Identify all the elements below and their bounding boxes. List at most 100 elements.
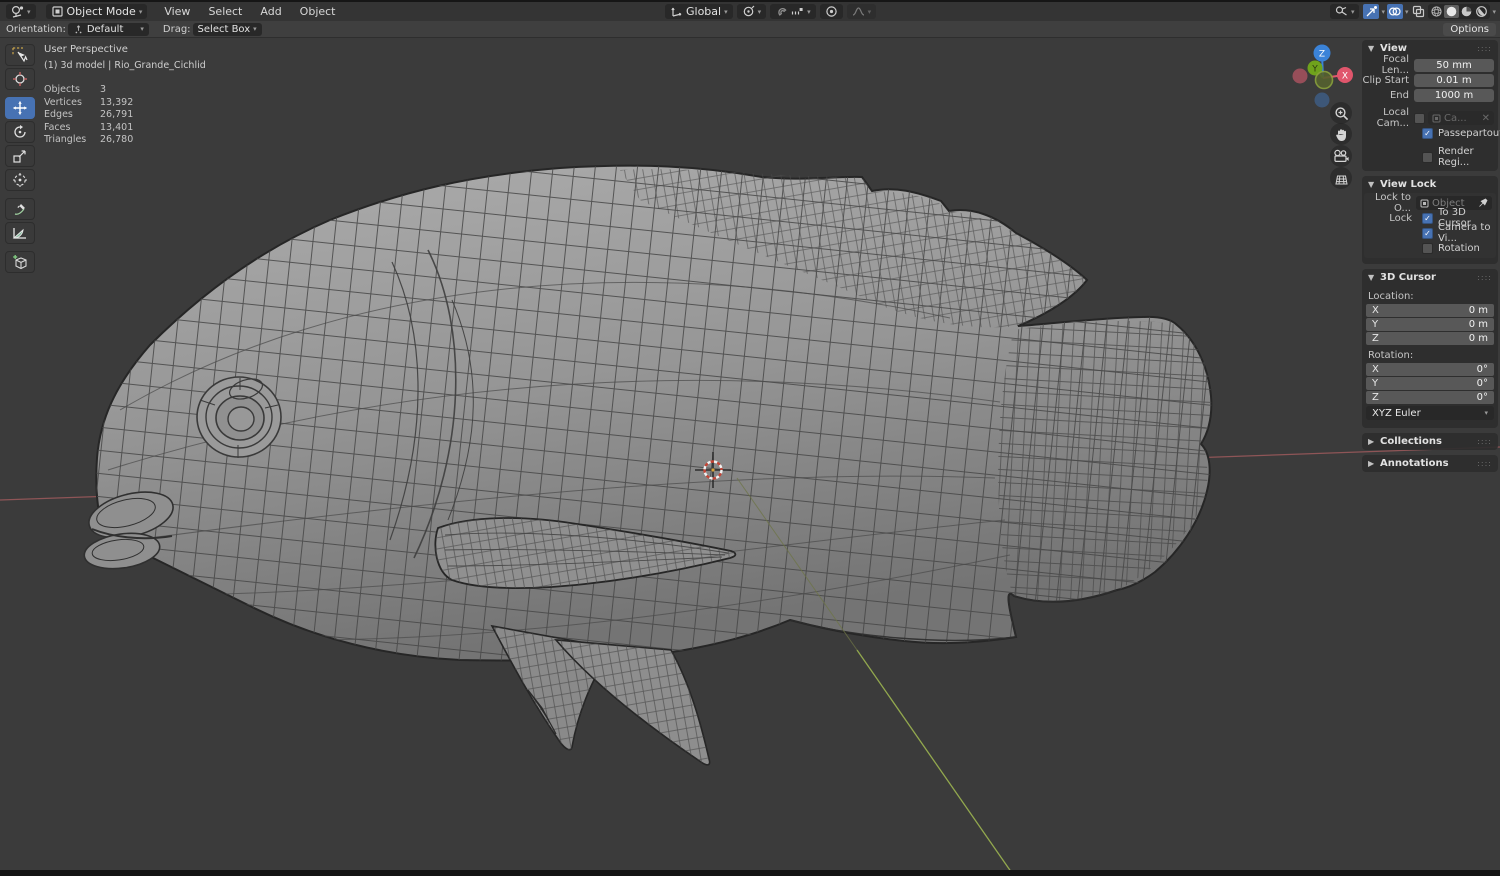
panel-drag-handle[interactable]: :::: <box>1477 44 1492 53</box>
chevron-down-icon: ▾ <box>27 7 31 16</box>
local-camera-checkbox[interactable] <box>1414 112 1425 124</box>
toggle-xray-button[interactable] <box>1410 4 1426 19</box>
transform-orientation-label: Global <box>686 5 722 18</box>
tool-scale[interactable] <box>5 145 35 167</box>
local-camera-row: Local Cam... Ca... ✕ <box>1362 107 1494 129</box>
gizmo-axis-z-neg[interactable] <box>1314 92 1330 108</box>
annotate-pen-icon <box>14 204 25 215</box>
tool-measure[interactable] <box>5 222 35 244</box>
menu-view[interactable]: View <box>155 2 199 21</box>
orientation-default-icon <box>75 24 82 33</box>
viewport-header: ▾ Object Mode ▾ View Select Add Object G… <box>0 2 1500 21</box>
rotation-mode-dropdown[interactable]: XYZ Euler ▾ <box>1366 406 1494 420</box>
close-icon[interactable]: ✕ <box>1482 113 1490 124</box>
lock-rotation-checkbox[interactable] <box>1422 242 1433 254</box>
editor-3d-viewport-icon <box>11 5 24 18</box>
lock-rotation-label: Rotation <box>1438 242 1480 254</box>
editor-type-button[interactable]: ▾ <box>6 4 36 19</box>
menu-add[interactable]: Add <box>251 2 290 21</box>
chevron-down-icon: ▾ <box>1484 409 1488 417</box>
transform-orientation-dropdown[interactable]: Global ▾ <box>665 4 733 19</box>
show-gizmo-toggle[interactable] <box>1363 4 1380 19</box>
panel-drag-handle[interactable]: :::: <box>1477 459 1492 468</box>
local-camera-field[interactable]: Ca... ✕ <box>1428 111 1494 125</box>
clip-end-label: End <box>1389 89 1409 101</box>
viewport-3d[interactable] <box>0 0 1500 876</box>
clip-start-field[interactable]: 0.01 m <box>1414 73 1494 87</box>
tool-transform[interactable] <box>5 169 35 191</box>
tool-move[interactable] <box>5 97 35 119</box>
shading-rendered-button[interactable] <box>1474 5 1489 18</box>
navigation-gizmo[interactable]: Z X Y <box>1288 42 1358 108</box>
local-camera-label: Local Cam... <box>1376 107 1409 129</box>
orientation-dropdown[interactable]: Default ▾ <box>67 22 149 36</box>
panel-view-lock-header[interactable]: ▼ View Lock <box>1362 176 1498 193</box>
tool-rotate[interactable] <box>5 121 35 143</box>
cursor-location-y[interactable]: Y0 m <box>1366 318 1494 331</box>
gizmo-axis-x-neg[interactable] <box>1292 68 1308 84</box>
shading-wireframe-button[interactable] <box>1429 5 1444 18</box>
panel-view-lock: ▼ View Lock Lock to O... Object Lock ✓ T… <box>1362 176 1498 264</box>
visibility-filter-icon <box>1335 6 1347 16</box>
chevron-down-icon: ▼ <box>1368 273 1375 282</box>
gizmo-dropdown-chevron[interactable]: ▾ <box>1381 8 1385 16</box>
toggle-perspective-button[interactable] <box>1330 167 1352 189</box>
tool-select-box[interactable] <box>5 44 35 66</box>
snap-controls[interactable]: ▾ <box>770 4 816 19</box>
passepartout-checkbox[interactable]: ✓ <box>1422 127 1433 139</box>
clip-end-field[interactable]: 1000 m <box>1414 88 1494 102</box>
mode-dropdown[interactable]: Object Mode ▾ <box>45 4 148 19</box>
cursor-location-z[interactable]: Z0 m <box>1366 332 1494 345</box>
shading-material-button[interactable] <box>1459 5 1474 18</box>
magnet-icon <box>778 8 787 16</box>
render-region-checkbox[interactable] <box>1422 151 1433 163</box>
lock-3d-cursor-checkbox[interactable]: ✓ <box>1422 212 1433 224</box>
panel-collections: ▶ Collections :::: <box>1362 433 1498 450</box>
rotation-mode-value: XYZ Euler <box>1372 407 1421 419</box>
panel-collections-header[interactable]: ▶ Collections :::: <box>1362 433 1498 450</box>
cursor-rotation-y[interactable]: Y 0° <box>1366 377 1494 390</box>
camera-to-view-checkbox[interactable]: ✓ <box>1422 227 1433 239</box>
cursor-rotation-x[interactable]: X 0° <box>1366 363 1494 376</box>
object-visibility-dropdown[interactable]: ▾ <box>1329 4 1360 19</box>
mode-dropdown-label: Object Mode <box>66 5 136 18</box>
tool-cursor[interactable] <box>5 68 35 90</box>
panel-drag-handle[interactable]: :::: <box>1477 437 1492 446</box>
gizmo-axis-y-neg[interactable] <box>1314 70 1334 90</box>
shading-solid-button[interactable] <box>1444 5 1460 18</box>
cursor-rotation-z[interactable]: Z 0° <box>1366 391 1494 404</box>
show-overlays-toggle[interactable] <box>1386 4 1403 19</box>
tool-annotate[interactable] <box>5 198 35 220</box>
pivot-point-dropdown[interactable]: ▾ <box>736 4 767 19</box>
proportional-falloff-dropdown[interactable]: ▾ <box>846 4 877 19</box>
pan-button[interactable] <box>1330 123 1352 145</box>
panel-annotations-header[interactable]: ▶ Annotations :::: <box>1362 455 1498 472</box>
material-sphere-icon <box>1462 6 1472 17</box>
options-button[interactable]: Options <box>1443 23 1496 36</box>
panel-3d-cursor-header[interactable]: ▼ 3D Cursor :::: <box>1362 269 1498 286</box>
chevron-down-icon: ▼ <box>1368 44 1375 53</box>
menu-select[interactable]: Select <box>199 2 251 21</box>
menu-object[interactable]: Object <box>291 2 345 21</box>
measure-icon <box>12 228 26 239</box>
hand-icon <box>1335 128 1346 141</box>
tool-add-cube[interactable] <box>5 251 35 273</box>
overlays-icon <box>1389 7 1402 16</box>
overlays-dropdown-chevron[interactable]: ▾ <box>1405 8 1409 16</box>
proportional-editing-button[interactable] <box>819 4 843 19</box>
camera-view-button[interactable] <box>1330 145 1352 167</box>
zoom-button[interactable] <box>1330 102 1352 124</box>
chevron-down-icon: ▾ <box>253 25 257 33</box>
scene-statistics: Objects 3 Vertices 13,392 Edges 26,791 Face… <box>44 84 134 145</box>
scale-icon <box>13 150 26 163</box>
panel-drag-handle[interactable]: :::: <box>1477 273 1492 282</box>
viewport-info-overlay: User Perspective (1) 3d model | Rio_Gran… <box>44 44 206 147</box>
shading-dropdown-chevron[interactable]: ▾ <box>1492 8 1496 16</box>
drag-dropdown[interactable]: Select Box ▾ <box>192 22 262 36</box>
rotate-icon <box>14 125 26 138</box>
cursor-location-x[interactable]: X0 m <box>1366 304 1494 317</box>
object-data-icon <box>1420 199 1429 207</box>
focal-length-field[interactable]: 50 mm <box>1414 58 1494 72</box>
lock-to-object-label: Lock to O... <box>1374 192 1411 214</box>
panel-view-lock-title: View Lock <box>1380 179 1437 190</box>
